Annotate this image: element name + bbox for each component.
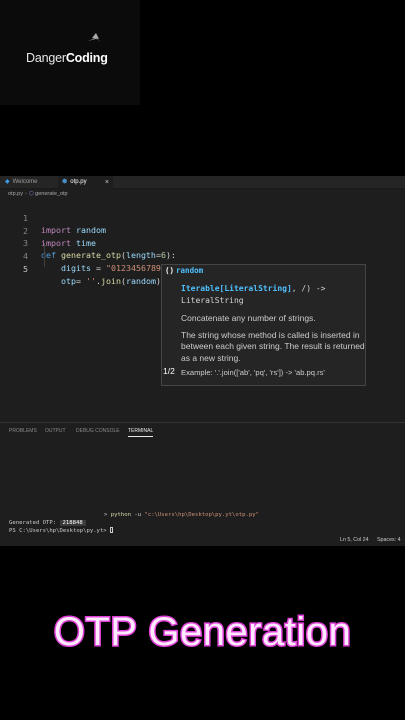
method-icon: () [165, 266, 175, 275]
logo-text: DangerCoding [26, 51, 108, 65]
tab-output[interactable]: OUTPUT [45, 428, 66, 434]
code-line-2[interactable]: 2 import time [0, 213, 405, 248]
indent-guide [44, 243, 45, 267]
tab-welcome[interactable]: ◆ Welcome [0, 176, 58, 189]
bottom-panel: PROBLEMS OUTPUT DEBUG CONSOLE TERMINAL >… [0, 422, 405, 536]
python-icon: ⬢ [62, 179, 68, 185]
signature-help-popup[interactable]: () random Iterable[LiteralString], /) -> … [161, 264, 366, 386]
logo-area: DangerCoding [0, 0, 140, 105]
popup-header: () random [165, 266, 204, 275]
chevron-right-icon: › [24, 191, 27, 197]
code-line-5[interactable]: 5 otp= ''.join(random) [0, 251, 405, 286]
editor-tabs: ◆ Welcome ⬢ otp.py × [0, 176, 405, 189]
terminal-prompt: PS C:\Users\hp\Desktop\py.yt> [9, 527, 114, 535]
otp-value: 218848 [59, 520, 86, 526]
breadcrumb-symbol[interactable]: generate_otp [35, 191, 67, 197]
code-line-1[interactable]: 1 import random [0, 200, 405, 235]
tab-otp-py[interactable]: ⬢ otp.py × [58, 176, 113, 189]
hat-icon [88, 33, 102, 42]
cursor-position[interactable]: Ln 5, Col 24 [340, 537, 369, 543]
terminal-command: > python -u "c:\Users\hp\Desktop\py.yt\o… [104, 512, 259, 518]
code-line-4[interactable]: 4 digits = "0123456789" [0, 238, 405, 273]
code-line-3[interactable]: 3 def generate_otp(length=6): [0, 225, 405, 260]
breadcrumb-file[interactable]: otp.py [8, 191, 23, 197]
popup-example: Example: '.'.join(['ab', 'pq', 'rs']) ->… [181, 368, 325, 377]
vscode-icon: ◆ [5, 179, 10, 185]
indentation[interactable]: Spaces: 4 [377, 537, 401, 543]
code-editor: ◆ Welcome ⬢ otp.py × otp.py › ⬡ generate_otp… [0, 176, 405, 546]
status-bar: Ln 5, Col 24 Spaces: 4 [0, 536, 405, 546]
video-caption: OTP Generation [52, 609, 352, 656]
tab-problems[interactable]: PROBLEMS [9, 428, 37, 434]
tab-terminal[interactable]: TERMINAL [128, 428, 154, 437]
overload-counter[interactable]: 1/2 [163, 366, 175, 376]
close-tab-icon[interactable]: × [105, 176, 109, 189]
popup-signature: Iterable[LiteralString], /) -> LiteralSt… [181, 284, 326, 305]
breadcrumb: otp.py › ⬡ generate_otp [8, 191, 68, 197]
popup-docs: Concatenate any number of strings. The s… [181, 313, 365, 363]
terminal-cursor [110, 527, 114, 533]
tab-debug-console[interactable]: DEBUG CONSOLE [76, 428, 120, 434]
terminal-output: Generated OTP: 218848 [9, 519, 86, 527]
